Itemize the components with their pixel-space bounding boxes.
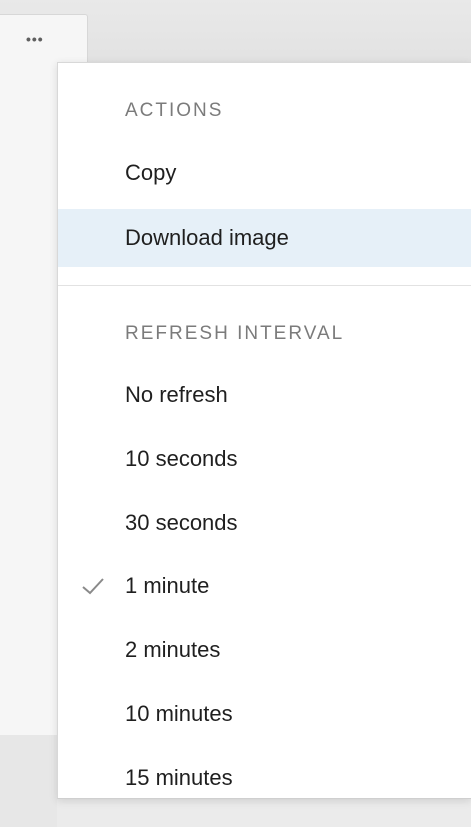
menu-item-10-minutes[interactable]: 10 minutes — [58, 685, 471, 743]
checkmark-icon — [82, 578, 104, 595]
menu-divider — [58, 285, 471, 286]
menu-item-no-refresh[interactable]: No refresh — [58, 366, 471, 424]
menu-item-10-seconds[interactable]: 10 seconds — [58, 430, 471, 488]
menu-item-label: 10 minutes — [125, 701, 233, 726]
menu-item-30-seconds[interactable]: 30 seconds — [58, 494, 471, 552]
menu-item-label: 2 minutes — [125, 637, 221, 662]
more-actions-button[interactable]: ••• — [0, 14, 88, 63]
menu-item-download-image[interactable]: Download image — [58, 209, 471, 267]
refresh-interval-section-header: REFRESH INTERVAL — [125, 323, 345, 344]
menu-item-1-minute[interactable]: 1 minute — [58, 557, 471, 615]
menu-item-label: No refresh — [125, 382, 228, 407]
content-background — [0, 62, 57, 735]
menu-item-15-minutes[interactable]: 15 minutes — [58, 749, 471, 807]
content-footer-background — [0, 735, 57, 827]
menu-item-copy[interactable]: Copy — [58, 144, 471, 202]
menu-item-label: Copy — [125, 160, 177, 185]
menu-item-label: Download image — [125, 225, 289, 250]
menu-item-label: 1 minute — [125, 573, 210, 598]
dropdown-menu: ACTIONS Copy Download image REFRESH INTE… — [57, 62, 471, 799]
more-horizontal-icon: ••• — [26, 31, 44, 47]
menu-item-label: 15 minutes — [125, 765, 233, 790]
menu-item-label: 10 seconds — [125, 446, 238, 471]
menu-item-2-minutes[interactable]: 2 minutes — [58, 621, 471, 679]
menu-item-label: 30 seconds — [125, 510, 238, 535]
actions-section-header: ACTIONS — [125, 100, 224, 121]
